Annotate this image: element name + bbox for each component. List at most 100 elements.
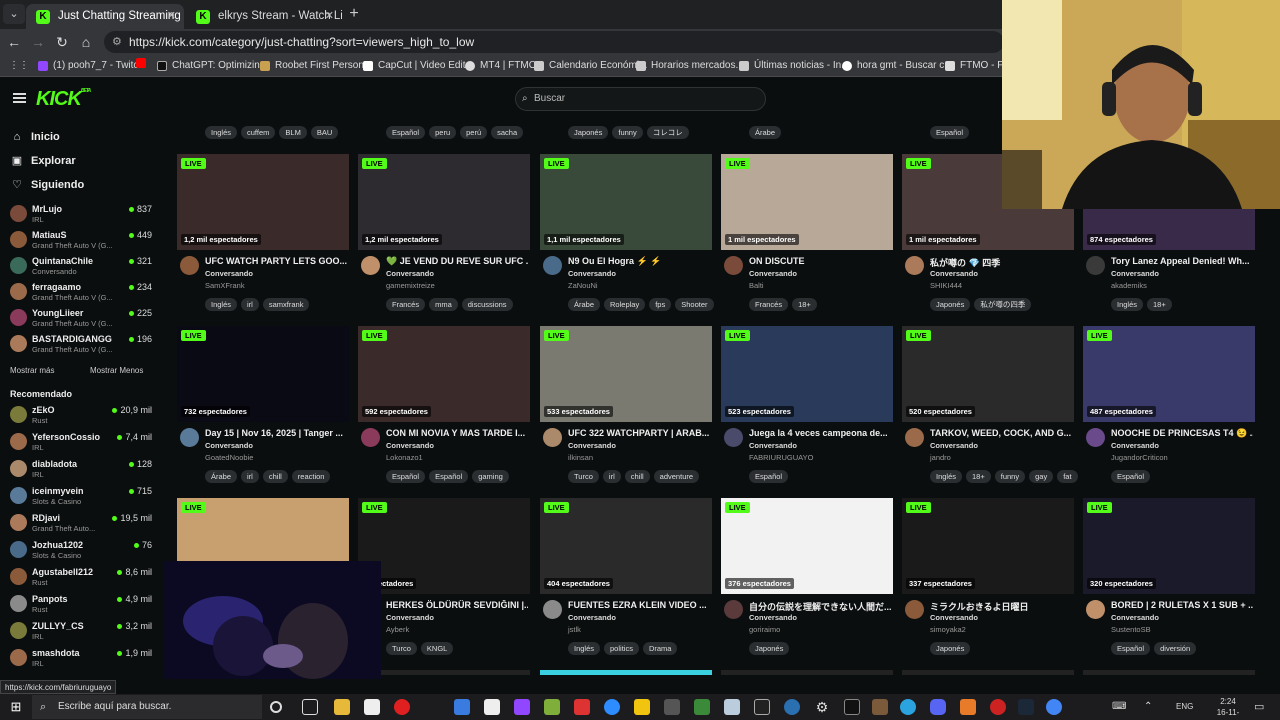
stream-thumbnail[interactable]: LIVE 1 mil espectadores <box>721 154 893 250</box>
stream-thumbnail[interactable]: LIVE 404 espectadores <box>540 498 712 594</box>
stream-category[interactable]: Conversando <box>386 441 434 450</box>
stream-thumbnail[interactable]: LIVE 487 espectadores <box>1083 326 1255 422</box>
tag-pill[interactable]: funny <box>994 470 1026 483</box>
bookmark-horarios[interactable]: Horarios mercados... <box>636 58 744 74</box>
recommended-channel[interactable]: YefersonCossio IRL 7,4 mil <box>10 430 158 454</box>
show-more-link[interactable]: Mostrar más <box>10 366 54 375</box>
stream-title[interactable]: CON MI NOVIA Y MAS TARDE I... <box>386 428 528 438</box>
streamer-avatar[interactable] <box>1086 600 1105 619</box>
stream-card[interactable]: LIVE 376 espectadores 自分の伝説を理解できない人間だ... Co… <box>721 498 893 662</box>
tag-pill[interactable]: Árabe <box>568 298 601 311</box>
youtube-icon[interactable] <box>136 58 146 74</box>
nav-inicio[interactable]: ⌂ Inicio <box>10 129 60 145</box>
stream-thumbnail[interactable]: LIVE 592 espectadores <box>358 326 530 422</box>
keyboard-icon[interactable]: ⌨ <box>1112 694 1126 720</box>
stream-card[interactable]: LIVE 732 espectadores Day 15 | Nov 16, 202… <box>177 326 349 490</box>
bookmark-noticias[interactable]: Últimas noticias - In... <box>739 58 850 74</box>
stream-thumbnail[interactable]: LIVE 1,2 mil espectadores <box>177 154 349 250</box>
streamer-avatar[interactable] <box>180 256 199 275</box>
tag-pill[interactable]: Árabe <box>205 470 238 483</box>
app-icon[interactable] <box>724 699 740 715</box>
streamer-name[interactable]: SHIKI444 <box>930 281 962 290</box>
streamer-avatar[interactable] <box>724 428 743 447</box>
streamer-name[interactable]: gamemixtreize <box>386 281 435 290</box>
tag-pill[interactable]: sacha <box>491 126 524 139</box>
stream-card[interactable]: LIVE 404 espectadores FUENTES EZRA KLEIN V… <box>540 498 712 662</box>
streamer-name[interactable]: Ayberk <box>386 625 409 634</box>
tag-pill[interactable]: gaming <box>472 470 509 483</box>
streamer-name[interactable]: jstlk <box>568 625 581 634</box>
zoom-icon[interactable] <box>604 699 620 715</box>
stream-thumbnail[interactable]: LIVE 533 espectadores <box>540 326 712 422</box>
stream-title[interactable]: FUENTES EZRA KLEIN VIDEO ... <box>568 600 710 610</box>
app-icon[interactable] <box>574 699 590 715</box>
stream-title[interactable]: ON DISCUTE <box>749 256 891 266</box>
stream-thumbnail[interactable]: LIVE 523 espectadores <box>721 326 893 422</box>
following-channel[interactable]: BASTARDIGANGG Grand Theft Auto V (G... 196 <box>10 332 158 356</box>
tiktok-icon[interactable] <box>844 699 860 715</box>
streamer-avatar[interactable] <box>543 600 562 619</box>
discord-icon[interactable] <box>930 699 946 715</box>
stream-category[interactable]: Conversando <box>930 441 978 450</box>
tag-pill[interactable]: fps <box>649 298 672 311</box>
stream-title[interactable]: TARKOV, WEED, COCK, AND G... <box>930 428 1072 438</box>
bookmark-ftmo[interactable]: MT4 | FTMO <box>465 58 536 74</box>
streamer-avatar[interactable] <box>905 428 924 447</box>
streamer-name[interactable]: ZaNouNi <box>568 281 598 290</box>
tag-pill[interactable]: funny <box>612 126 643 139</box>
tag-pill[interactable]: irl <box>241 298 259 311</box>
tag-pill[interactable]: コレコレ <box>646 126 689 139</box>
streamer-name[interactable]: Balti <box>749 281 764 290</box>
stream-title[interactable]: UFC WATCH PARTY LETS GOO... <box>205 256 347 266</box>
stream-title[interactable]: 自分の伝説を理解できない人間だ... <box>749 600 891 613</box>
tag-pill[interactable]: peru <box>429 126 457 139</box>
stream-thumbnail[interactable]: LIVE espectadores <box>358 498 530 594</box>
tag-pill[interactable]: chill <box>624 470 650 483</box>
tag-pill[interactable]: BAU <box>310 126 339 139</box>
following-channel[interactable]: QuintanaChile Conversando 321 <box>10 254 158 278</box>
windows-start-icon[interactable]: ⊞ <box>8 699 24 715</box>
stream-category[interactable]: Conversando <box>568 613 616 622</box>
stream-category[interactable]: Conversando <box>1111 613 1159 622</box>
tag-pill[interactable]: Japonés <box>568 126 609 139</box>
language-indicator[interactable]: ENG <box>1176 694 1193 720</box>
tag-pill[interactable]: Inglés <box>1111 298 1144 311</box>
streamer-avatar[interactable] <box>361 256 380 275</box>
stream-title[interactable]: UFC 322 WATCHPARTY | ARAB... <box>568 428 710 438</box>
stream-thumbnail-partial[interactable] <box>902 670 1074 675</box>
stream-title[interactable]: Tory Lanez Appeal Denied! Wh... <box>1111 256 1253 266</box>
app-icon[interactable] <box>960 699 976 715</box>
stream-card[interactable]: LIVE 523 espectadores Juega la 4 veces cam… <box>721 326 893 490</box>
tag-pill[interactable]: 18+ <box>792 298 817 311</box>
tag-pill[interactable]: chill <box>262 470 288 483</box>
tag-pill[interactable]: Español <box>1111 470 1151 483</box>
tag-pill[interactable]: Japonés <box>930 642 971 655</box>
recommended-channel[interactable]: Jozhua1202 Slots & Casino 76 <box>10 538 158 562</box>
streamer-avatar[interactable] <box>724 256 743 275</box>
stream-title[interactable]: N9 Ou El Hogra ⚡ ⚡ <box>568 256 710 267</box>
streamer-name[interactable]: GoatedNoobie <box>205 453 253 462</box>
stream-category[interactable]: Conversando <box>205 269 253 278</box>
streamer-name[interactable]: JugandorCriticon <box>1111 453 1168 462</box>
clock[interactable]: 2:24 16-11-2025 <box>1208 694 1248 720</box>
tag-pill[interactable]: Español <box>749 470 789 483</box>
stream-card[interactable]: LIVE 1 mil espectadores ON DISCUTE Conversa… <box>721 154 893 318</box>
following-channel[interactable]: ferragaamo Grand Theft Auto V (G... 234 <box>10 280 158 304</box>
app-icon[interactable] <box>990 699 1006 715</box>
tag-pill[interactable]: Francés <box>749 298 789 311</box>
streamer-avatar[interactable] <box>543 428 562 447</box>
streamer-name[interactable]: ilkinsan <box>568 453 593 462</box>
tag-pill[interactable]: perú <box>460 126 488 139</box>
following-channel[interactable]: YoungLiieer Grand Theft Auto V (G... 225 <box>10 306 158 330</box>
tag-pill[interactable]: 18+ <box>966 470 991 483</box>
stream-thumbnail[interactable]: LIVE 376 espectadores <box>721 498 893 594</box>
stream-card[interactable]: LIVE 520 espectadores TARKOV, WEED, COCK, … <box>902 326 1078 490</box>
tag-pill[interactable]: Español <box>429 470 469 483</box>
recommended-channel[interactable]: Panpots Rust 4,9 mil <box>10 592 158 616</box>
new-tab-icon[interactable]: + <box>344 4 364 24</box>
tag-pill[interactable]: mma <box>429 298 458 311</box>
address-bar[interactable]: ⚙ https://kick.com/category/just-chattin… <box>104 31 1004 53</box>
stream-title[interactable]: HERKES ÖLDÜRÜR SEVDIĞINI |... <box>386 600 528 610</box>
stream-thumbnail[interactable]: LIVE 1,2 mil espectadores <box>358 154 530 250</box>
stream-title[interactable]: ミラクルおきるよ日曜日 <box>930 600 1072 613</box>
